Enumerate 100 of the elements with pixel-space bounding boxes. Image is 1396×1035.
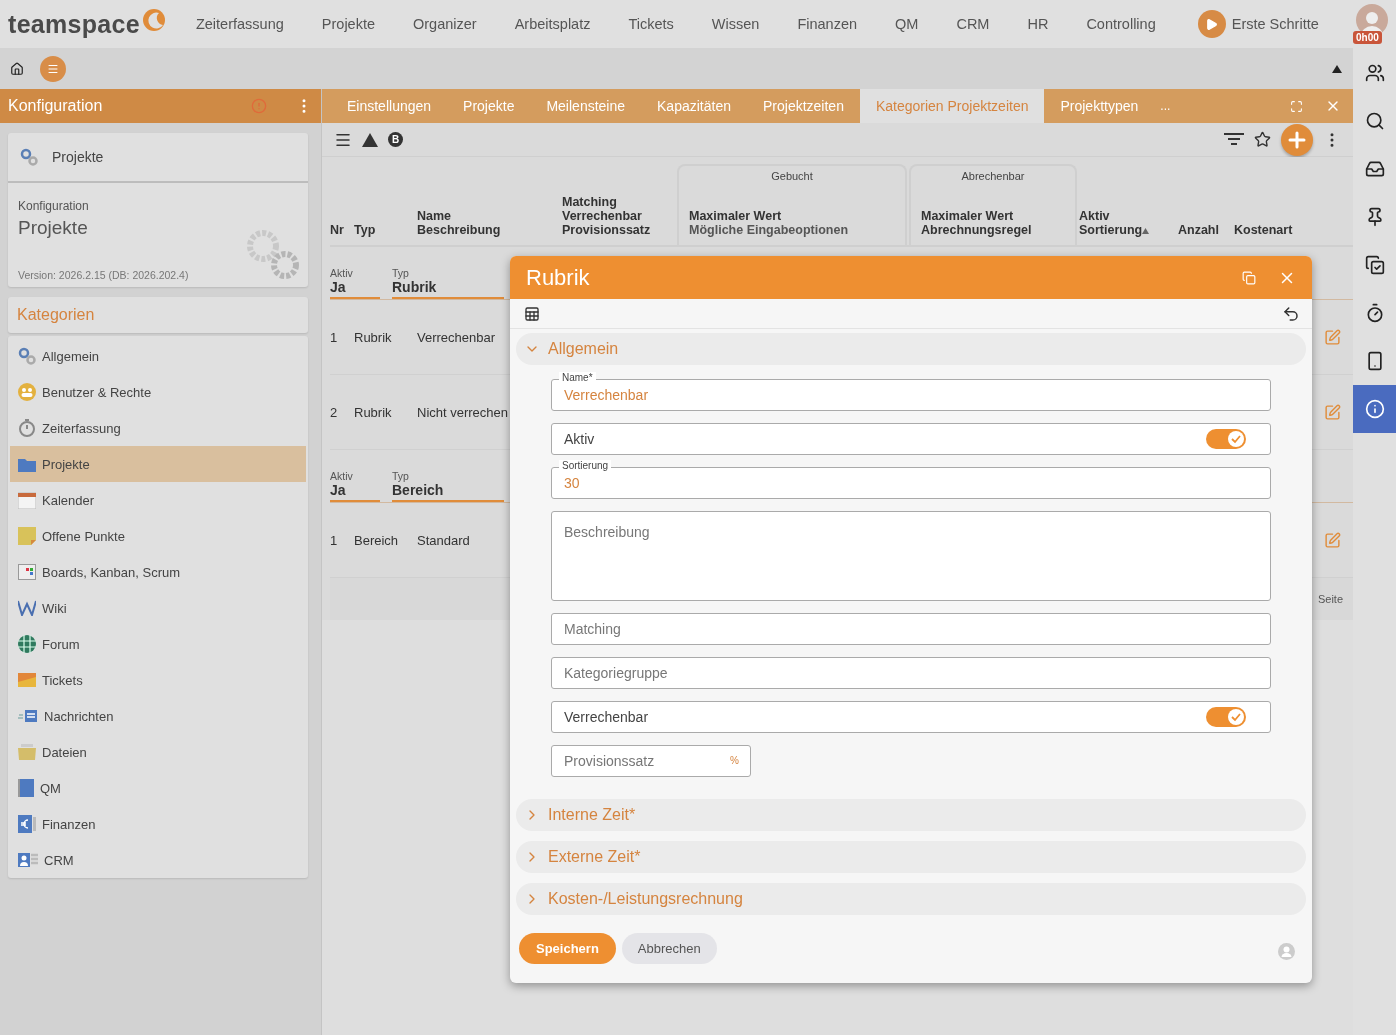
nav-item[interactable]: Projekte — [321, 16, 375, 32]
sort-icon — [1142, 228, 1150, 234]
toggle-label: Aktiv — [564, 431, 596, 447]
stopwatch-icon — [18, 419, 36, 437]
getting-started-link[interactable]: Erste Schritte — [1197, 10, 1319, 38]
column-header[interactable]: Maximaler Wert Mögliche Eingabeoptionen — [689, 209, 895, 245]
toggle-switch[interactable] — [1206, 429, 1246, 449]
category-item[interactable]: Boards, Kanban, Scrum — [10, 554, 306, 590]
category-item[interactable]: Finanzen — [10, 806, 306, 842]
nav-item[interactable]: Wissen — [711, 16, 760, 32]
app-logo[interactable]: teamspace — [8, 9, 140, 39]
box-icon — [18, 744, 36, 760]
add-button[interactable] — [1281, 123, 1313, 156]
table-cell-text: Rubrik — [354, 404, 393, 420]
info-label: Konfiguration — [18, 199, 90, 213]
table-cell-text: Nicht verrechen — [417, 404, 510, 420]
message-icon — [18, 709, 38, 723]
module-card[interactable]: Projekte — [8, 133, 308, 183]
nav-item[interactable]: QM — [895, 16, 919, 32]
category-item[interactable]: QM — [10, 770, 306, 806]
category-item[interactable]: Offene Punkte — [10, 518, 306, 554]
column-group-label: Gebucht — [770, 170, 814, 182]
category-item[interactable]: Benutzer & Rechte — [10, 374, 306, 410]
nav-item[interactable]: HR — [1027, 16, 1049, 32]
timer-badge: 0h00 — [1353, 31, 1382, 44]
category-item[interactable]: Kalender — [10, 482, 306, 518]
zigzag-icon — [18, 600, 36, 616]
group-field: Typ Bereich — [392, 470, 504, 502]
category-item[interactable]: Dateien — [10, 734, 306, 770]
star-icon[interactable] — [1254, 131, 1271, 148]
column-header[interactable]: Name Beschreibung — [417, 209, 562, 245]
group-field: Aktiv Ja — [330, 267, 380, 299]
section-title: Kategorien — [17, 306, 95, 324]
category-item[interactable]: Wiki — [10, 590, 306, 626]
gears-icon — [18, 347, 36, 365]
column-header[interactable]: Matching Verrechenbar Provisionssatz — [562, 195, 677, 245]
undo-icon[interactable] — [1282, 304, 1300, 323]
collapse-icon[interactable] — [1332, 64, 1342, 73]
folder-icon — [18, 456, 36, 472]
check-icon — [1231, 434, 1241, 444]
category-item[interactable]: CRM — [10, 842, 306, 878]
text-field[interactable]: Kategoriegruppe — [551, 657, 1271, 689]
table-cell-text: Verrechenbar — [417, 329, 497, 345]
panel-title: Konfiguration — [8, 97, 104, 115]
table-cell-text: 1 — [330, 329, 339, 345]
euro-card-icon — [18, 815, 36, 833]
category-item[interactable]: Nachrichten — [10, 698, 306, 734]
field-label: Sortierung — [559, 460, 612, 472]
toggle-switch[interactable] — [1206, 707, 1246, 727]
nav-item[interactable]: Zeiterfassung — [195, 16, 284, 32]
play-icon — [1197, 10, 1226, 38]
table-cell-text: Bereich — [354, 532, 400, 548]
page-size-text: Seite — [1317, 593, 1343, 605]
field-label: Name* — [559, 372, 596, 384]
category-item[interactable]: Zeiterfassung — [10, 410, 306, 446]
home-icon[interactable] — [10, 61, 24, 76]
book-icon — [18, 779, 34, 797]
nav-item[interactable]: Finanzen — [797, 16, 858, 32]
column-header[interactable]: Typ — [354, 223, 417, 245]
dialog-title: Rubrik — [526, 264, 591, 291]
check-icon — [1231, 712, 1241, 722]
toggle-label: Verrechenbar — [564, 709, 650, 725]
gears-icon — [20, 148, 38, 166]
filter-icon[interactable] — [1224, 132, 1244, 147]
table-cell-text: Standard — [417, 532, 471, 548]
category-item[interactable]: Forum — [10, 626, 306, 662]
nav-item[interactable]: Tickets — [628, 16, 674, 32]
column-group-label: Abrechenbar — [960, 170, 1026, 182]
cancel-button[interactable]: Abbrechen — [621, 933, 717, 964]
nav-item[interactable]: Controlling — [1086, 16, 1156, 32]
info-icon[interactable] — [1353, 385, 1396, 433]
contact-card-icon — [18, 853, 38, 867]
menu-button[interactable] — [40, 55, 66, 82]
nav-item[interactable]: Arbeitsplatz — [514, 16, 591, 32]
column-header[interactable]: Nr — [330, 223, 354, 245]
category-item[interactable]: Projekte — [10, 446, 306, 482]
column-header[interactable]: Aktiv Sortierung — [1079, 209, 1178, 245]
text-field[interactable]: Matching — [551, 613, 1271, 645]
column-header[interactable]: Maximaler Wert Abrechnungsregel — [921, 209, 1065, 245]
group-field: Typ Rubrik — [392, 267, 504, 299]
board-icon — [18, 564, 36, 580]
people-icon — [18, 383, 36, 401]
category-item[interactable]: Allgemein — [10, 338, 306, 374]
version-text: Version: 2026.2.15 (DB: 2026.202.4) — [18, 269, 190, 281]
b-badge[interactable]: B — [388, 132, 403, 147]
table-cell-text: Rubrik — [354, 329, 393, 345]
nav-item[interactable]: CRM — [956, 16, 990, 32]
group-field: Aktiv Ja — [330, 470, 380, 502]
category-item[interactable]: Tickets — [10, 662, 306, 698]
text-area[interactable]: Beschreibung — [551, 511, 1271, 601]
ticket-icon — [18, 673, 36, 687]
module-title: Projekte — [52, 149, 104, 165]
triangle-icon[interactable] — [362, 132, 378, 147]
column-header[interactable]: Anzahl — [1178, 223, 1234, 245]
percent-sign: % — [730, 755, 739, 766]
calendar-icon — [18, 491, 36, 509]
sticky-note-icon — [18, 527, 36, 545]
nav-item[interactable]: Organizer — [413, 16, 477, 32]
spreadsheet-icon[interactable] — [524, 305, 540, 322]
column-header[interactable]: Kostenart — [1234, 223, 1344, 245]
